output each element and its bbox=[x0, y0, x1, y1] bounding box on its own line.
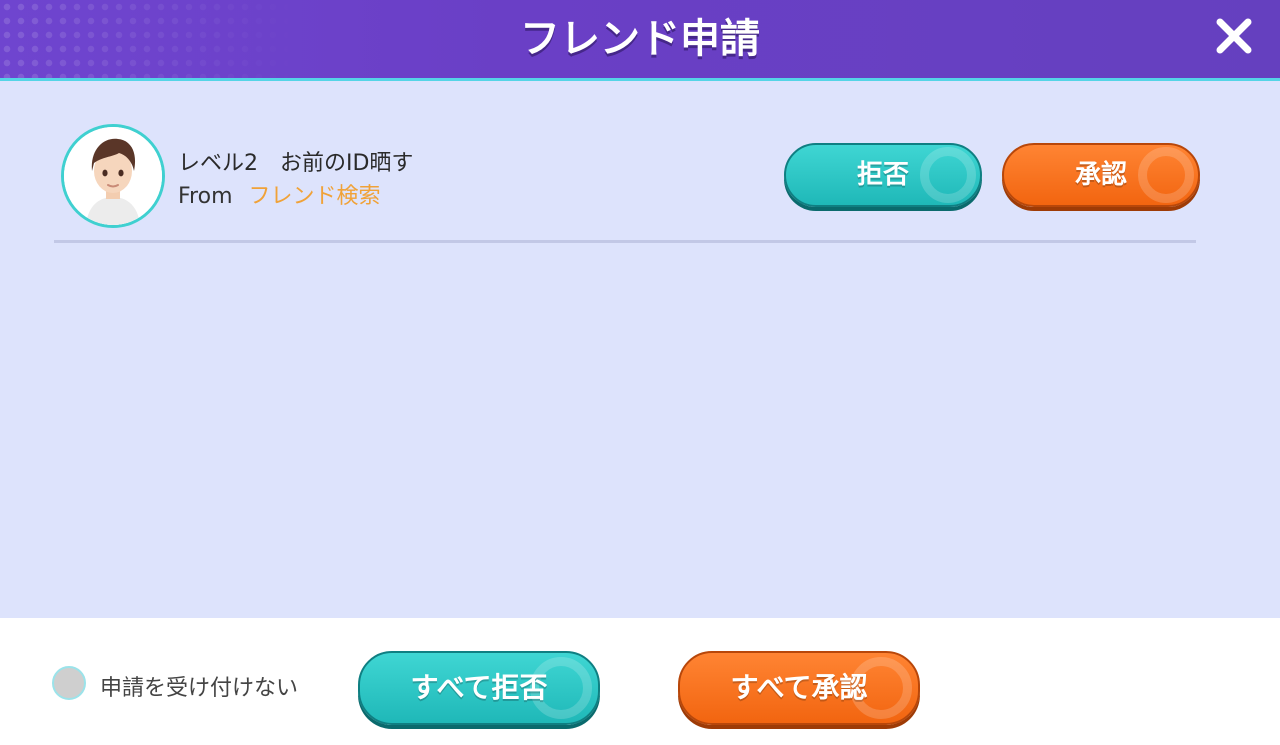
pokeball-icon bbox=[920, 147, 976, 203]
close-icon[interactable] bbox=[1212, 14, 1256, 58]
requester-level-name: レベル2 お前のID晒す bbox=[178, 151, 414, 176]
row-divider bbox=[54, 240, 1196, 243]
no-accept-label: 申請を受け付けない bbox=[100, 676, 299, 701]
from-label: From bbox=[178, 184, 233, 209]
request-from: From フレンド検索 bbox=[178, 178, 381, 210]
accept-all-button[interactable]: すべて承認 bbox=[678, 651, 920, 725]
reject-button[interactable]: 拒否 bbox=[784, 143, 982, 207]
pokeball-icon bbox=[1138, 147, 1194, 203]
reject-all-button[interactable]: すべて拒否 bbox=[358, 651, 600, 725]
avatar bbox=[61, 124, 165, 228]
dialog-header: フレンド申請 bbox=[0, 0, 1280, 81]
dialog-title: フレンド申請 bbox=[520, 16, 760, 62]
request-source: フレンド検索 bbox=[248, 184, 381, 209]
accept-button[interactable]: 承認 bbox=[1002, 143, 1200, 207]
toggle-circle[interactable] bbox=[52, 666, 86, 700]
